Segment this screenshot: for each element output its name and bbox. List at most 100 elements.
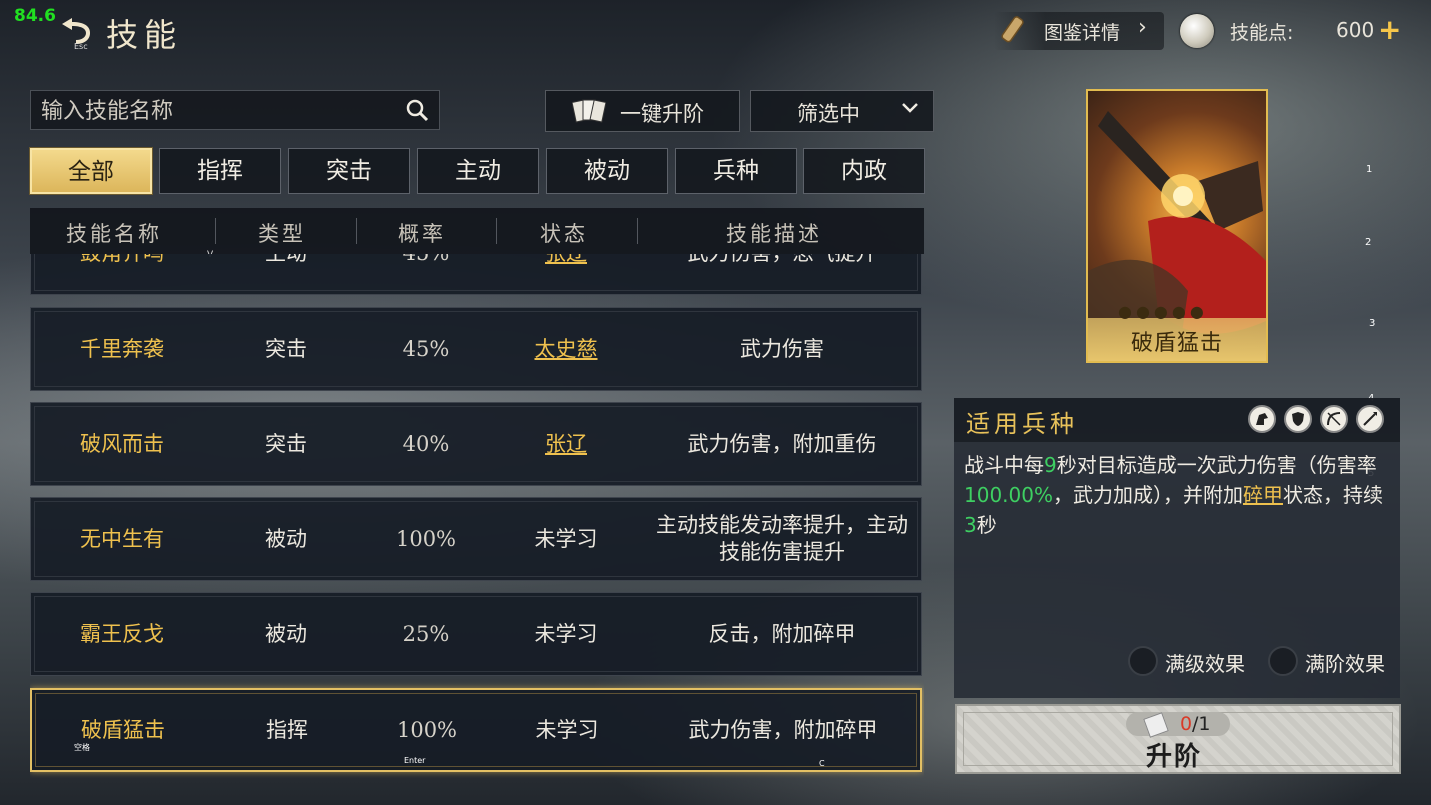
skill-status: 未学习 (534, 526, 598, 551)
desc-number: 3 (964, 513, 977, 537)
add-points-button[interactable]: + (1378, 13, 1401, 46)
cost-have: 0 (1180, 713, 1193, 735)
skill-points-label: 技能点: (1230, 22, 1294, 44)
armor-break-link[interactable]: 碎甲 (1243, 483, 1283, 507)
skill-rate: 40% (402, 431, 450, 456)
table-row[interactable]: 鼓角齐鸣 主动 45% 张辽 武力伤害，怒气提升 (30, 254, 922, 295)
esc-hint: Esc (74, 42, 88, 51)
table-row-selected[interactable]: 破盾猛击 指挥 100% 未学习 武力伤害，附加碎甲 空格 Enter C (30, 688, 922, 772)
skill-type: 突击 (265, 336, 307, 361)
table-row[interactable]: 无中生有 被动 100% 未学习 主动技能发动率提升，主动技能伤害提升 (30, 497, 922, 581)
chevron-right-icon: › (1138, 15, 1147, 40)
tab-active[interactable]: 主动 (417, 148, 539, 194)
shield-icon[interactable] (1284, 405, 1312, 433)
skill-desc: 武力伤害，附加重伤 (687, 431, 877, 456)
desc-text: 战斗中每 (964, 453, 1044, 477)
column-divider (496, 218, 497, 244)
search-box[interactable] (30, 90, 440, 130)
skill-desc: 武力伤害 (740, 336, 824, 361)
column-header-rate[interactable]: 概率 (398, 218, 446, 248)
skill-name: 鼓角齐鸣 (31, 254, 213, 294)
skill-list[interactable]: 鼓角齐鸣 主动 45% 张辽 武力伤害，怒气提升 千里奔袭 突击 45% 太史慈… (30, 254, 924, 778)
skill-point-coin-icon (1180, 14, 1214, 48)
skill-owner-link[interactable]: 张辽 (501, 403, 631, 485)
column-header-type[interactable]: 类型 (258, 218, 306, 248)
skill-points-value: 600 (1336, 18, 1375, 42)
skill-owner-link[interactable]: 太史慈 (501, 308, 631, 390)
table-row[interactable]: 破风而击 突击 40% 张辽 武力伤害，附加重伤 (30, 402, 922, 486)
key-hint-2: 2 (1365, 237, 1372, 248)
key-hint-enter: Enter (404, 756, 426, 765)
codex-label[interactable]: 图鉴详情 (1044, 18, 1120, 45)
troops-title: 适用兵种 (966, 410, 1078, 438)
skill-rate: 100% (395, 526, 457, 551)
desc-text: 秒 (976, 513, 997, 537)
cavalry-icon[interactable] (1248, 405, 1276, 433)
desc-number: 100.00% (964, 483, 1053, 507)
skill-owner-link[interactable]: 张辽 (501, 254, 631, 294)
column-header-status[interactable]: 状态 (540, 218, 588, 248)
desc-text: 秒对目标造成一次武力伤害（伤害率 (1056, 453, 1377, 477)
tab-command[interactable]: 指挥 (159, 148, 281, 194)
rank-up-label: 升阶 (1146, 742, 1203, 772)
desc-text: ，武力加成），并附加 (1052, 483, 1243, 507)
chevron-down-icon (902, 103, 918, 113)
key-hint-space: 空格 (74, 743, 90, 752)
skill-type: 主动 (221, 254, 351, 294)
tab-troop[interactable]: 兵种 (675, 148, 797, 194)
skill-rate: 25% (402, 621, 450, 646)
max-rank-radio[interactable] (1268, 646, 1298, 676)
skill-rate: 100% (396, 717, 458, 742)
fps-counter: 84.6 (14, 6, 56, 26)
skill-description: 战斗中每9秒对目标造成一次武力伤害（伤害率100.00%，武力加成），并附加碎甲… (964, 450, 1392, 540)
skill-type: 被动 (265, 621, 307, 646)
search-icon[interactable] (405, 98, 429, 122)
upgrade-all-label: 一键升阶 (620, 102, 704, 126)
skill-desc: 武力伤害，怒气提升 (641, 254, 923, 294)
column-header-desc[interactable]: 技能描述 (726, 218, 822, 248)
scroll-icon (1001, 16, 1024, 43)
skill-name: 无中生有 (80, 526, 164, 551)
max-rank-label[interactable]: 满阶效果 (1305, 648, 1385, 677)
card-skill-name: 破盾猛击 (1130, 331, 1223, 356)
search-input[interactable] (39, 95, 393, 127)
skill-desc: 主动技能发动率提升，主动技能伤害提升 (656, 513, 908, 564)
max-level-radio[interactable] (1128, 646, 1158, 676)
skill-type: 指挥 (266, 717, 308, 742)
filter-label: 筛选中 (797, 102, 860, 126)
skill-type: 被动 (265, 526, 307, 551)
tab-internal[interactable]: 内政 (803, 148, 925, 194)
key-hint-c: C (819, 759, 825, 768)
skill-name: 千里奔袭 (80, 336, 164, 361)
cards-icon (572, 99, 606, 123)
tab-all[interactable]: 全部 (29, 147, 153, 195)
skill-name: 霸王反戈 (80, 621, 164, 646)
tab-passive[interactable]: 被动 (546, 148, 668, 194)
column-header-name[interactable]: 技能名称 (66, 218, 162, 248)
bow-icon[interactable] (1320, 405, 1348, 433)
tab-assault[interactable]: 突击 (288, 148, 410, 194)
upgrade-all-button[interactable]: 一键升阶 (545, 90, 740, 132)
max-level-label[interactable]: 满级效果 (1165, 648, 1245, 677)
page-title: 技能 (106, 16, 183, 54)
spear-icon[interactable] (1356, 405, 1384, 433)
table-row[interactable]: 千里奔袭 突击 45% 太史慈 武力伤害 (30, 307, 922, 391)
column-divider (215, 218, 216, 244)
column-divider (356, 218, 357, 244)
skill-rate: 45% (361, 254, 491, 294)
skill-status: 未学习 (535, 717, 599, 742)
skill-name: 破盾猛击 (81, 717, 165, 742)
skill-type: 突击 (265, 431, 307, 456)
cost-need: /1 (1192, 713, 1211, 735)
skill-name: 破风而击 (80, 431, 164, 456)
desc-text: 状态，持续 (1282, 483, 1383, 507)
key-hint-3: 3 (1369, 318, 1376, 329)
skill-status: 未学习 (534, 621, 598, 646)
filter-dropdown[interactable]: 筛选中 (750, 90, 934, 132)
table-row[interactable]: 霸王反戈 被动 25% 未学习 反击，附加碎甲 (30, 592, 922, 676)
skill-rate: 45% (402, 336, 450, 361)
skill-desc: 武力伤害，附加碎甲 (688, 717, 878, 742)
cost-pill (1126, 712, 1230, 736)
key-hint-1: 1 (1366, 164, 1373, 175)
desc-number: 9 (1044, 453, 1057, 477)
